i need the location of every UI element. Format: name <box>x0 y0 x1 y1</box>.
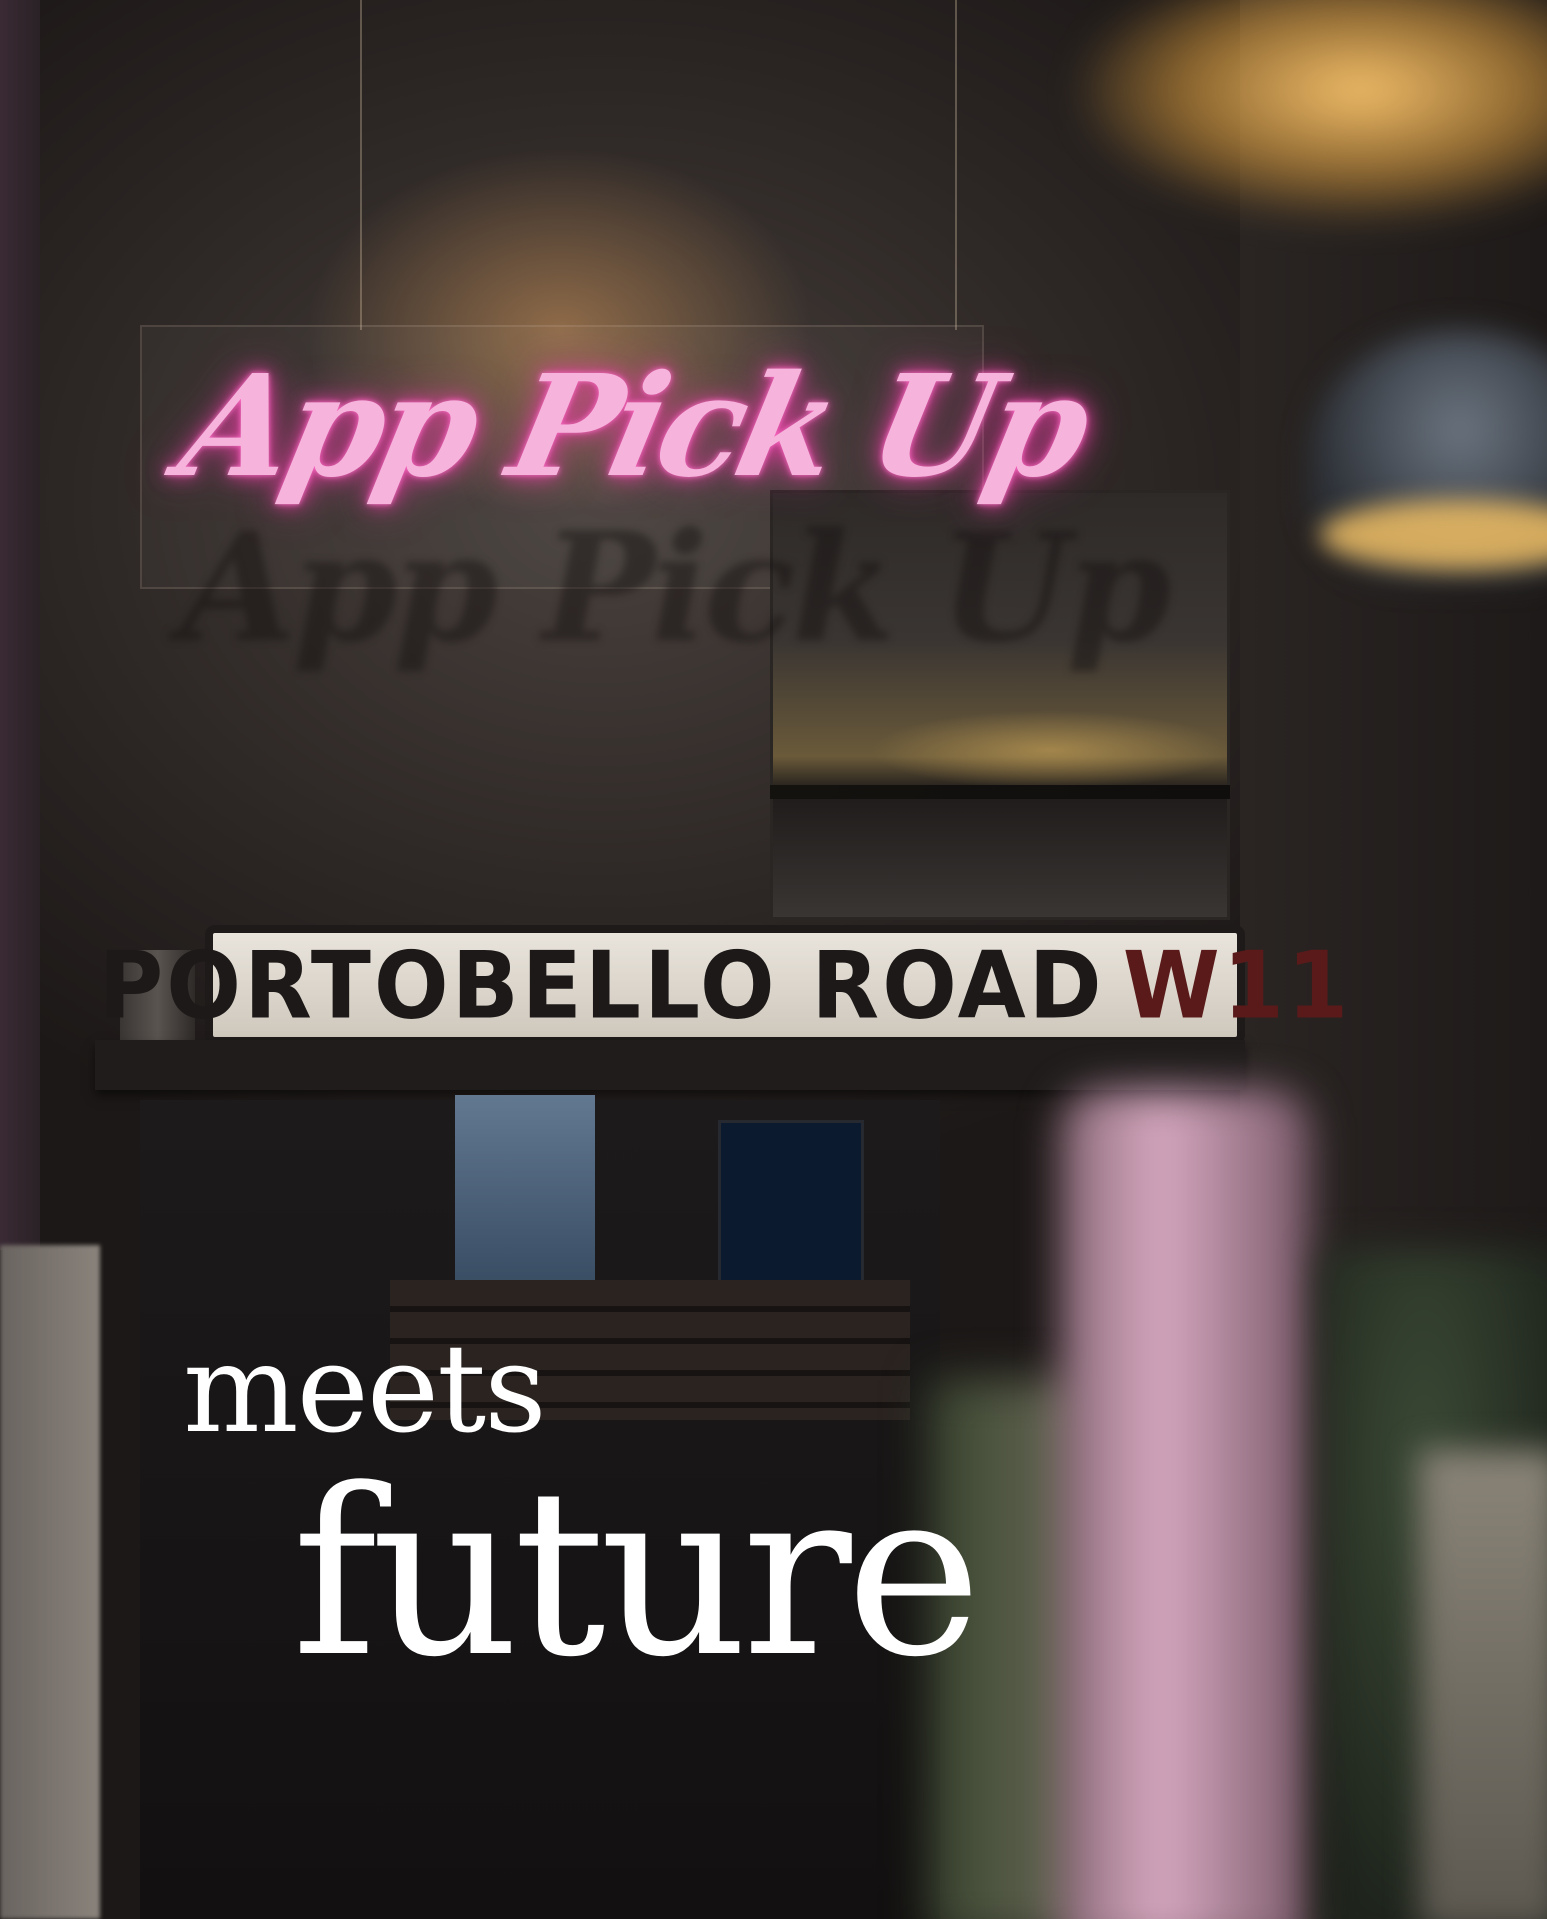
shelf <box>95 1040 1245 1090</box>
pendant-lamp-glow <box>1080 0 1547 220</box>
left-board <box>0 1245 100 1919</box>
headline-line1: meets <box>183 1318 547 1460</box>
headline-line2: future <box>292 1441 982 1708</box>
street-sign-district: W11 <box>1122 930 1352 1040</box>
street-sign-name: PORTOBELLO ROAD <box>98 930 1105 1040</box>
tablet-stand <box>718 1120 864 1306</box>
hanging-wire <box>360 0 362 330</box>
photo-background: App Pick Up App Pick Up PORTOBELLO ROAD W… <box>0 0 1547 1919</box>
wall-edge <box>0 0 40 1250</box>
foreground-item <box>1420 1450 1547 1919</box>
foreground-bottle <box>1060 1090 1310 1919</box>
street-sign: PORTOBELLO ROAD W11 <box>99 925 1348 1045</box>
neon-sign-shadow: App Pick Up <box>180 500 1171 676</box>
neon-sign: App Pick Up <box>167 345 1100 509</box>
table-poster <box>455 1095 595 1285</box>
hanging-wire <box>955 0 957 330</box>
